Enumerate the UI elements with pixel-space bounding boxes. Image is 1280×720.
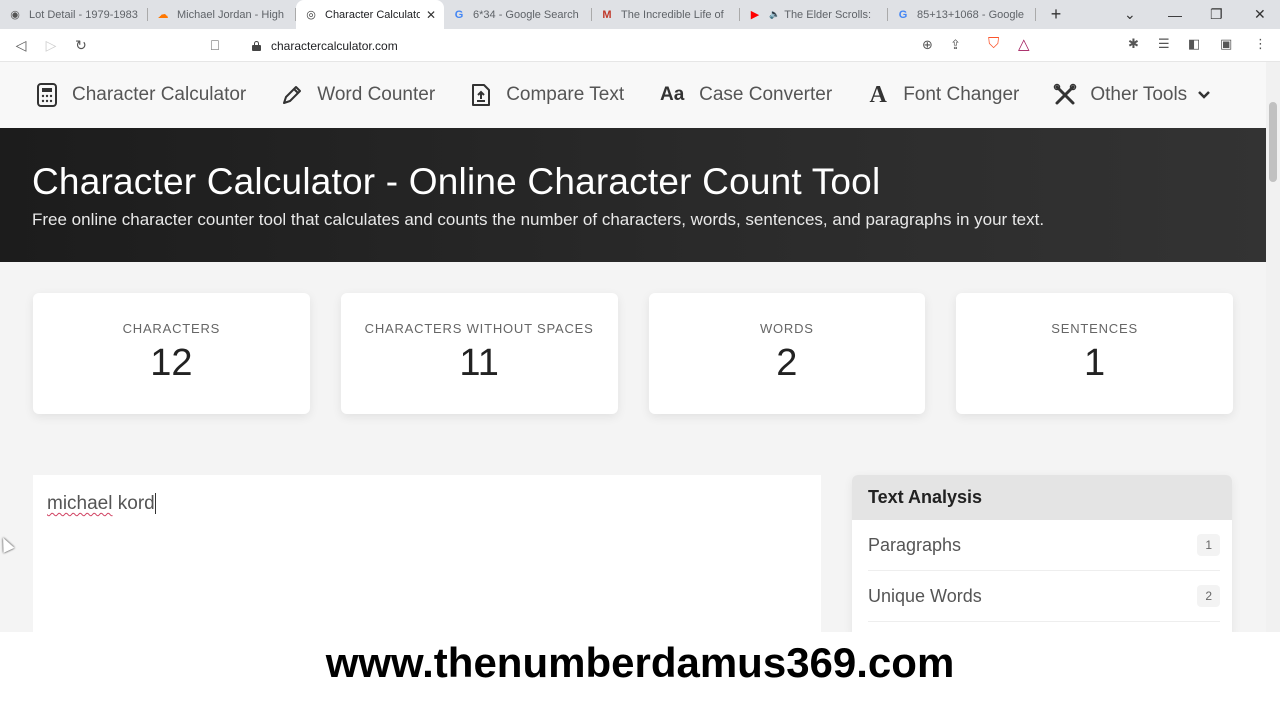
nav-word-counter[interactable]: Word Counter — [280, 83, 435, 107]
nav-label: Compare Text — [506, 84, 625, 105]
browser-tab[interactable]: M The Incredible Life of — [592, 0, 740, 29]
nav-font-changer[interactable]: A Font Changer — [866, 81, 1020, 108]
new-tab-button[interactable]: + — [1046, 4, 1066, 25]
globe-icon: ◉ — [10, 9, 20, 21]
wallet-icon[interactable]: ▣ — [1220, 36, 1232, 52]
pencil-icon — [280, 83, 304, 107]
youtube-icon: ▶ — [750, 9, 760, 21]
text-input-area[interactable]: michael kord — [33, 475, 821, 635]
page-title: Character Calculator - Online Character … — [32, 161, 881, 202]
m-site-icon: M — [602, 8, 612, 21]
extensions-icon[interactable]: ✱ — [1128, 36, 1139, 52]
hero-banner: Character Calculator - Online Character … — [0, 128, 1266, 262]
analysis-count-badge: 2 — [1197, 585, 1220, 607]
reading-list-icon[interactable]: ☰ — [1158, 36, 1170, 52]
nav-character-calculator[interactable]: Character Calculator — [35, 83, 246, 107]
font-icon: A — [869, 81, 887, 108]
soundcloud-icon: ☁ — [157, 9, 169, 21]
browser-tab[interactable]: G 6*34 - Google Search — [444, 0, 592, 29]
brave-rewards-icon[interactable]: △ — [1018, 35, 1030, 53]
file-upload-icon — [469, 83, 493, 107]
page-subtitle: Free online character counter tool that … — [32, 210, 1045, 229]
stat-label: CHARACTERS — [122, 321, 221, 336]
misspelled-word[interactable]: michael — [47, 493, 112, 514]
watermark-url: www.thenumberdamus369.com — [0, 632, 1280, 720]
mouse-cursor-icon — [0, 535, 15, 553]
calculator-icon — [35, 83, 59, 107]
text-analysis-panel: Text Analysis Paragraphs 1 Unique Words … — [852, 475, 1232, 635]
browser-tab[interactable]: G 85+13+1068 - Google — [888, 0, 1036, 29]
tab-title: The Incredible Life of — [621, 8, 724, 21]
analysis-row-unique-words: Unique Words 2 — [868, 571, 1220, 622]
nav-compare-text[interactable]: Compare Text — [469, 83, 624, 107]
stat-card-characters-without-spaces: CHARACTERS WITHOUT SPACES 11 — [340, 293, 618, 414]
tab-title: Michael Jordan - High — [177, 8, 284, 21]
google-icon: G — [454, 8, 464, 21]
menu-icon[interactable]: ⋮ — [1254, 36, 1267, 52]
page-scrollbar[interactable] — [1266, 62, 1280, 635]
minimize-button[interactable]: — — [1168, 0, 1182, 29]
editor-text[interactable]: kord — [112, 493, 155, 514]
charactercalculator-icon: ◎ — [306, 9, 316, 21]
close-tab-icon[interactable]: ✕ — [426, 8, 436, 22]
browser-toolbar: ◁ ▷ ↻ ⎕ charactercalculator.com ⊕ ⇪ ⛉ △ … — [0, 29, 1280, 62]
tab-title: The Elder Scrolls: — [784, 8, 872, 21]
stat-card-characters: CHARACTERS 12 — [33, 293, 310, 414]
stat-label: SENTENCES — [1051, 321, 1138, 336]
stat-value: 1 — [1084, 342, 1106, 384]
nav-label: Word Counter — [317, 84, 436, 105]
sidebar-icon[interactable]: ◧ — [1188, 36, 1200, 52]
back-button[interactable]: ◁ — [6, 37, 36, 54]
restore-button[interactable]: ❐ — [1210, 0, 1223, 29]
zoom-icon[interactable]: ⊕ — [922, 37, 933, 53]
site-nav: Character Calculator Word Counter Compar… — [0, 62, 1266, 128]
brave-shield-icon[interactable]: ⛉ — [988, 35, 999, 52]
browser-tab[interactable]: ◉ Lot Detail - 1979-1983 — [0, 0, 148, 29]
browser-tab-active[interactable]: ◎ Character Calculator ✕ — [296, 0, 444, 29]
stat-value: 11 — [459, 342, 499, 384]
url-text[interactable]: charactercalculator.com — [271, 39, 398, 53]
analysis-count-badge: 1 — [1197, 534, 1220, 556]
stat-value: 12 — [150, 342, 193, 384]
audio-icon[interactable]: 🔈 — [769, 9, 780, 20]
stat-card-sentences: SENTENCES 1 — [956, 293, 1233, 414]
stat-label: CHARACTERS WITHOUT SPACES — [364, 321, 594, 336]
nav-label: Other Tools — [1090, 84, 1188, 105]
google-icon: G — [898, 8, 908, 21]
case-icon: Aa — [659, 84, 685, 105]
stats-row: CHARACTERS 12 CHARACTERS WITHOUT SPACES … — [33, 293, 1233, 414]
tab-title: Lot Detail - 1979-1983 — [29, 8, 138, 21]
browser-tab-strip: ◉ Lot Detail - 1979-1983 ☁ Michael Jorda… — [0, 0, 1280, 29]
share-icon[interactable]: ⇪ — [950, 37, 961, 53]
stat-value: 2 — [776, 342, 798, 384]
browser-tab[interactable]: ▶ 🔈 The Elder Scrolls: — [740, 0, 888, 29]
bookmark-icon[interactable]: ⎕ — [200, 37, 230, 54]
nav-label: Character Calculator — [72, 84, 247, 105]
forward-button[interactable]: ▷ — [36, 37, 66, 54]
analysis-label: Paragraphs — [868, 534, 962, 555]
reload-button[interactable]: ↻ — [66, 37, 96, 54]
scrollbar-thumb[interactable] — [1269, 102, 1277, 182]
tab-title: 6*34 - Google Search — [473, 8, 579, 21]
lock-icon — [252, 40, 261, 51]
stat-label: WORDS — [759, 321, 814, 336]
stat-card-words: WORDS 2 — [648, 293, 926, 414]
tools-icon — [1053, 83, 1077, 107]
browser-tab[interactable]: ☁ Michael Jordan - High — [148, 0, 296, 29]
chevron-down-icon — [1197, 87, 1211, 103]
nav-label: Font Changer — [903, 84, 1020, 105]
tab-title: Character Calculator — [325, 8, 420, 21]
nav-case-converter[interactable]: Aa Case Converter — [658, 83, 832, 107]
panel-title: Text Analysis — [852, 475, 1232, 520]
analysis-label: Unique Words — [868, 585, 982, 606]
analysis-row-paragraphs: Paragraphs 1 — [868, 520, 1220, 571]
tab-title: 85+13+1068 - Google — [917, 8, 1025, 21]
nav-other-tools[interactable]: Other Tools — [1053, 83, 1211, 107]
close-window-button[interactable]: ✕ — [1254, 0, 1266, 29]
nav-label: Case Converter — [699, 84, 833, 105]
tab-search-icon[interactable]: ⌄ — [1124, 0, 1136, 29]
text-caret — [154, 493, 156, 515]
